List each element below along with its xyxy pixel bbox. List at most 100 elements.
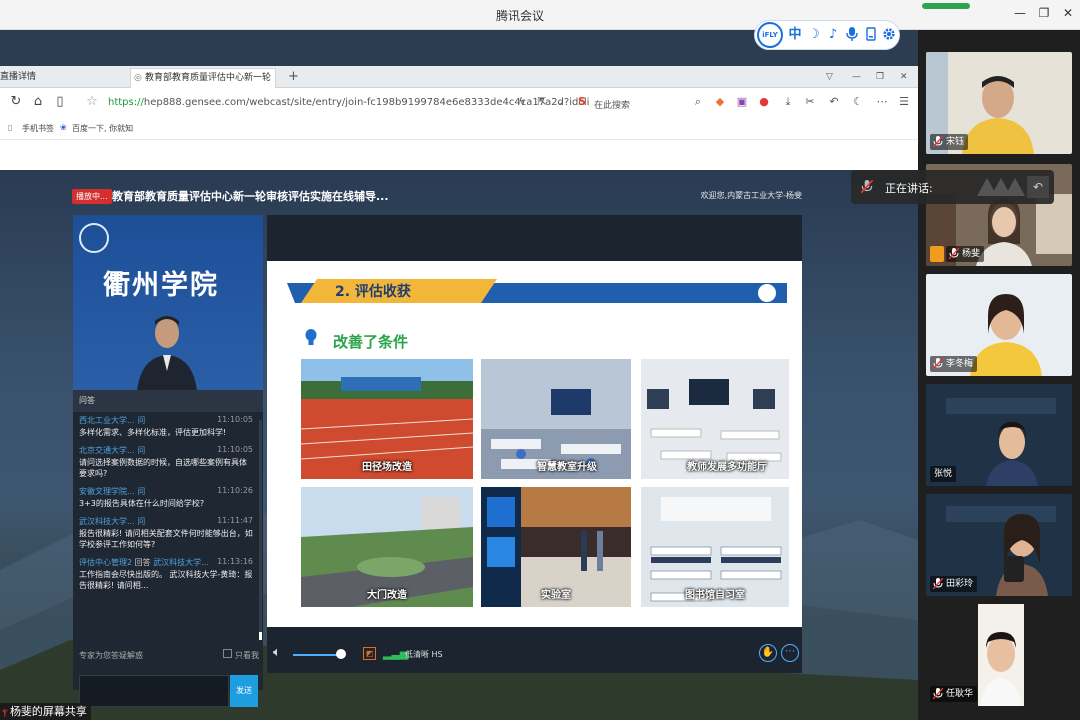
participant-name-label: 田彩玲 [930, 576, 978, 592]
photo-caption: 图书馆自习室 [685, 590, 745, 601]
qa-list[interactable]: 西北工业大学... 问 11:10:05 多样化需求、多样化标准，评估更加科学! … [73, 412, 259, 642]
screen-share-label: ⲯ 杨斐的屏幕共享 [0, 703, 91, 720]
webcast-title: 教育部教育质量评估中心新一轮审核评估实施在线辅导... [112, 190, 389, 203]
more-options-icon[interactable]: ⋯ [781, 644, 799, 662]
participant-name: 田彩玲 [946, 579, 974, 589]
qa-time: 11:10:05 [217, 445, 253, 454]
bookmark-baidu[interactable]: 百度一下, 你就知 [72, 123, 133, 134]
question-input[interactable] [79, 675, 229, 707]
presenter-avatar [137, 316, 197, 390]
game-icon[interactable]: ◆ [712, 95, 728, 108]
qa-time: 11:10:05 [217, 415, 253, 424]
qa-user: 武汉科技大学... [79, 517, 135, 526]
night-mode-icon[interactable]: ☾ [850, 95, 866, 108]
settings-gear-icon[interactable] [881, 27, 897, 43]
mic-muted-icon [949, 248, 959, 260]
participant-name: 宋钰 [946, 137, 965, 147]
tab-options-icon[interactable]: ▽ [826, 68, 840, 88]
volume-handle[interactable] [336, 649, 346, 659]
share-icon[interactable]: ⇱ [534, 95, 550, 108]
browser-restore-button[interactable]: ❐ [876, 68, 890, 88]
lightning-icon[interactable]: ϟ [514, 95, 530, 108]
maximize-button[interactable]: ❐ [1034, 6, 1054, 20]
participant-name-label: 张悦 [930, 466, 957, 482]
photo-laboratory: 实验室 [481, 487, 631, 607]
browser-close-button[interactable]: ✕ [900, 68, 914, 88]
only-me-checkbox[interactable] [223, 649, 232, 658]
send-button[interactable]: 发送 [230, 675, 258, 707]
moon-icon[interactable]: ☽ [806, 27, 822, 43]
webcast-header: 播放中... 教育部教育质量评估中心新一轮审核评估实施在线辅导... 欢迎您,内… [72, 186, 802, 208]
dropdown-icon[interactable]: ⌄ [552, 95, 568, 108]
qa-tag: 问 [137, 416, 146, 425]
scissors-icon[interactable]: ✂ [802, 95, 818, 108]
undo-icon[interactable]: ↶ [826, 95, 842, 108]
participant-tile[interactable]: 田彩玲 [926, 494, 1072, 596]
section-title: 2. 评估收获 [335, 284, 411, 300]
undo-arrow-icon[interactable]: ↶ [1027, 176, 1049, 198]
participant-tile[interactable]: 李冬梅 [926, 274, 1072, 376]
volume-icon[interactable]: 🔈︎ [273, 645, 281, 660]
presenter-camera: 衢州学院 [73, 215, 263, 390]
ifly-input-toolbar: iFLY 中 ☽ ♪ [754, 20, 900, 50]
close-button[interactable]: ✕ [1058, 6, 1078, 20]
participant-tile[interactable]: 宋钰 [926, 52, 1072, 154]
qa-tag: 问 [137, 446, 146, 455]
participant-name-label: 杨斐 [946, 246, 985, 262]
tab-webcast-label: 教育部教育质量评估中心新一轮 [145, 73, 272, 83]
search-icon[interactable]: ⌕ [690, 95, 706, 109]
qa-item: 安徽文理学院... 问 11:10:26 3+3的报告具体在什么时间给学校? [73, 483, 259, 513]
network-signal-indicator[interactable] [922, 3, 970, 9]
minimize-button[interactable]: — [1010, 6, 1030, 20]
home-icon[interactable]: ⌂ [30, 94, 46, 109]
keyboard-icon[interactable] [863, 27, 879, 43]
host-badge-icon [930, 246, 944, 262]
browser-minimize-button[interactable]: — [852, 68, 866, 88]
punctuation-icon[interactable]: ♪ [825, 27, 841, 43]
webcast-page: 播放中... 教育部教育质量评估中心新一轮审核评估实施在线辅导... 欢迎您,内… [0, 170, 918, 720]
mic-muted-icon [933, 136, 943, 148]
quality-selector[interactable]: 低清晰 HS [405, 649, 443, 660]
qa-tag: 问 [137, 517, 146, 526]
bookmarks-bar: ▯ 手机书签 ❀ 百度一下, 你就知 [0, 118, 918, 140]
slide-video-player[interactable]: 2. 评估收获 改善了条件 田径场改造 智慧教室升级 教师发展多功能厅 大门改造… [267, 215, 802, 673]
participant-tile[interactable]: 任耿华 [926, 604, 1072, 706]
ifly-logo[interactable]: iFLY [757, 22, 783, 48]
microphone-icon[interactable] [844, 27, 860, 43]
tab-webcast[interactable]: ◎ 教育部教育质量评估中心新一轮 [130, 68, 276, 88]
extension-icon[interactable]: ▣ [734, 95, 750, 108]
tab-bar: 直播详情 ◎ 教育部教育质量评估中心新一轮 + ▽ — ❐ ✕ [0, 66, 918, 88]
presentation-slide: 2. 评估收获 改善了条件 田径场改造 智慧教室升级 教师发展多功能厅 大门改造… [267, 261, 802, 627]
new-tab-button[interactable]: + [288, 68, 302, 88]
expert-filter-label: 专家为您答疑解惑 [79, 651, 143, 660]
download-icon[interactable]: ⤓ [780, 95, 796, 109]
tab-live-details[interactable]: 直播详情 [0, 68, 80, 88]
refresh-icon[interactable]: ↻ [8, 94, 24, 109]
qa-footer: 专家为您答疑解惑 只看我 [73, 646, 263, 666]
photo-caption: 实验室 [541, 590, 571, 601]
more-icon[interactable]: ⋯ [874, 95, 890, 108]
chinese-mode-icon[interactable]: 中 [787, 27, 803, 43]
search-input[interactable]: 在此搜索 [594, 98, 630, 111]
menu-icon[interactable]: ☰ [896, 95, 912, 108]
qa-time: 11:13:16 [217, 557, 253, 566]
reader-icon[interactable]: ▯ [52, 94, 68, 109]
player-controls: 🔈︎ ◩ ▂▃▅ 低清晰 HS ✋ ⋯ [267, 635, 802, 673]
qa-tag: 问 [137, 487, 146, 496]
photo-track-field: 田径场改造 [301, 359, 473, 479]
qa-scrollbar[interactable] [259, 420, 262, 640]
qa-item: 武汉科技大学... 问 11:11:47 报告很精彩! 请问相关配套文件何时能够出… [73, 513, 259, 554]
search-engine-icon[interactable]: S [574, 95, 590, 108]
logo-watermark-icon [977, 178, 1025, 196]
qa-text: 3+3的报告具体在什么时间给学校? [79, 499, 205, 508]
qa-user: 北京交通大学... [79, 446, 135, 455]
raise-hand-icon[interactable]: ✋ [759, 644, 777, 662]
video-toggle-icon[interactable]: ◩ [363, 647, 376, 660]
favorite-star-icon[interactable]: ☆ [84, 94, 100, 109]
only-me-label: 只看我 [235, 651, 259, 660]
bookmark-mobile[interactable]: 手机书签 [22, 123, 54, 134]
participant-tile[interactable]: 张悦 [926, 384, 1072, 486]
participant-name-label: 任耿华 [930, 686, 978, 702]
adblock-icon[interactable]: ● [756, 95, 772, 108]
speaking-indicator: 正在讲话: ↶ [851, 170, 1054, 204]
